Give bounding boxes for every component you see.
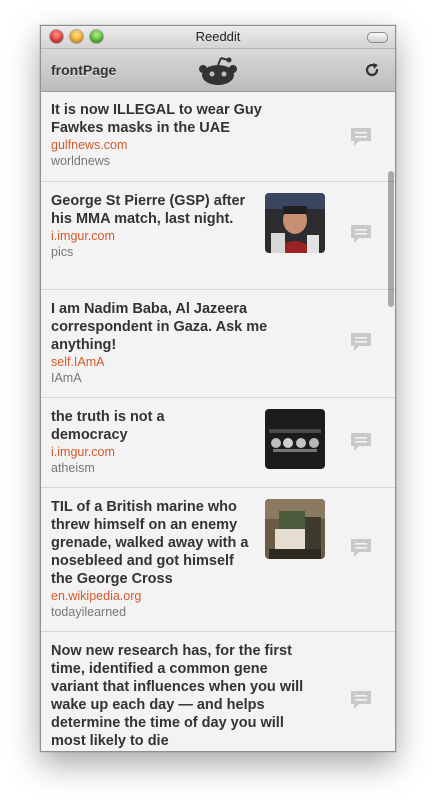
title-bar: Reeddit	[41, 26, 395, 49]
post-thumbnail[interactable]	[265, 409, 325, 469]
post-title: It is now ILLEGAL to wear Guy Fawkes mas…	[51, 102, 262, 136]
post-row[interactable]: George St Pierre (GSP) after his MMA mat…	[41, 182, 395, 290]
post-domain[interactable]: gulfnews.com	[51, 137, 395, 153]
post-domain[interactable]: en.wikipedia.org	[51, 588, 395, 604]
post-subreddit[interactable]: atheism	[51, 460, 395, 476]
scrollbar-thumb[interactable]	[388, 171, 394, 307]
comment-icon[interactable]	[349, 125, 373, 149]
comment-icon[interactable]	[349, 688, 373, 712]
comment-icon[interactable]	[349, 536, 373, 560]
post-row[interactable]: Now new research has, for the first time…	[41, 632, 395, 751]
post-title: Now new research has, for the first time…	[51, 643, 304, 749]
app-window: Reeddit frontPage It is now ILLEGAL to w…	[40, 25, 396, 752]
post-thumbnail[interactable]	[265, 499, 325, 559]
post-row[interactable]: I am Nadim Baba, Al Jazeera corresponden…	[41, 290, 395, 398]
comment-icon[interactable]	[349, 330, 373, 354]
comment-icon[interactable]	[349, 430, 373, 454]
post-row[interactable]: the truth is not a democracy i.imgur.com…	[41, 398, 395, 488]
post-title: I am Nadim Baba, Al Jazeera corresponden…	[51, 301, 268, 353]
post-thumbnail[interactable]	[265, 193, 325, 253]
post-domain[interactable]: i.imgur.com	[51, 228, 395, 244]
post-row[interactable]: TIL of a British marine who threw himsel…	[41, 488, 395, 632]
post-title: the truth is not a democracy	[51, 409, 165, 443]
refresh-icon[interactable]	[363, 61, 381, 79]
post-title: George St Pierre (GSP) after his MMA mat…	[51, 193, 246, 227]
reddit-alien-icon	[199, 57, 237, 85]
toolbar-toggle-button[interactable]	[367, 32, 388, 43]
post-domain[interactable]: self.IAmA	[51, 354, 395, 370]
post-title: TIL of a British marine who threw himsel…	[51, 499, 249, 587]
post-subreddit[interactable]: todayilearned	[51, 604, 395, 620]
post-row[interactable]: It is now ILLEGAL to wear Guy Fawkes mas…	[41, 91, 395, 182]
post-subreddit[interactable]: IAmA	[51, 370, 395, 386]
post-list[interactable]: It is now ILLEGAL to wear Guy Fawkes mas…	[41, 91, 395, 751]
page-title: frontPage	[51, 62, 117, 78]
window-title: Reeddit	[195, 29, 241, 44]
comment-icon[interactable]	[349, 222, 373, 246]
toolbar: frontPage	[41, 49, 395, 92]
post-subreddit[interactable]: worldnews	[51, 153, 395, 169]
post-domain[interactable]: i.imgur.com	[51, 444, 395, 460]
post-subreddit[interactable]: pics	[51, 244, 395, 260]
